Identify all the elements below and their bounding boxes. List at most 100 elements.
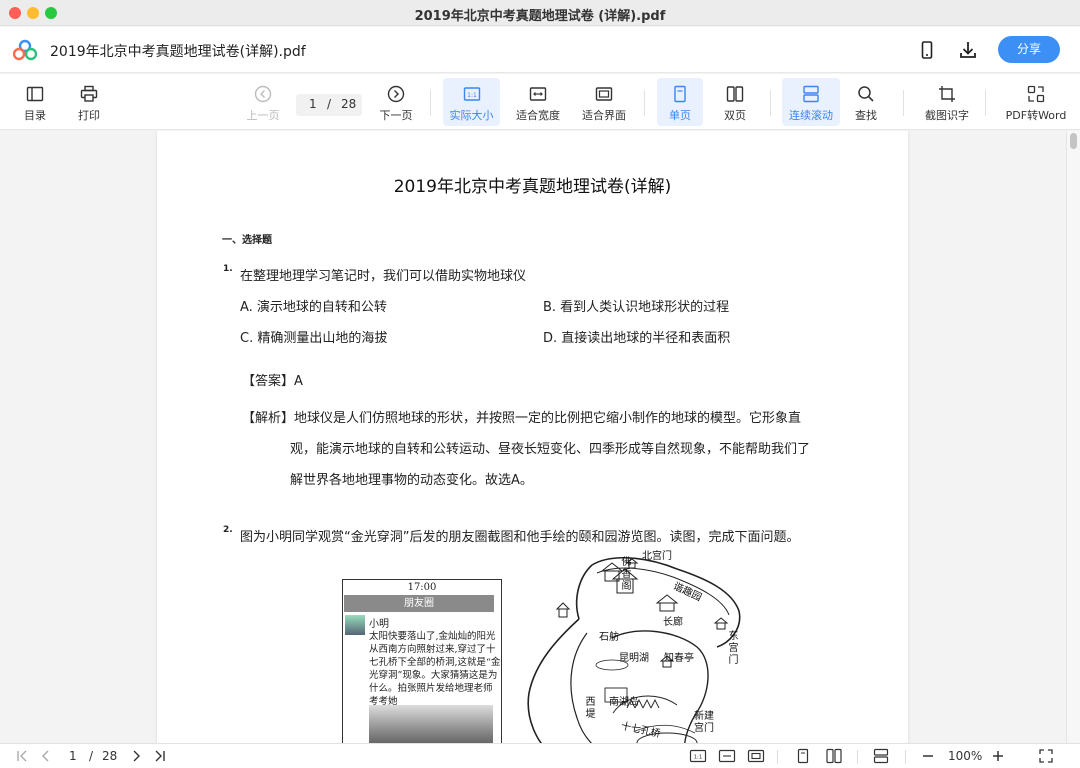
- convert-icon: [1027, 85, 1045, 103]
- chevron-right-circle-icon: [387, 85, 405, 103]
- map-label-changlang: 长廊: [663, 617, 683, 628]
- status-divider: [905, 750, 906, 764]
- scrollbar-thumb[interactable]: [1070, 133, 1077, 149]
- document-viewer[interactable]: 2019年北京中考真题地理试卷(详解) 一、选择题 1. 在整理地理学习笔记时，…: [0, 131, 1080, 743]
- last-page-icon[interactable]: [151, 748, 167, 764]
- actual-size-icon: 1:1: [463, 87, 480, 101]
- next-page-button[interactable]: 下一页: [373, 78, 419, 126]
- status-page-separator: /: [89, 749, 94, 763]
- map-label-north-gate: 北宫门: [642, 551, 672, 562]
- question-number: 2.: [223, 525, 233, 535]
- actual-size-button[interactable]: 1:1 实际大小: [443, 78, 500, 126]
- status-current-page[interactable]: 1: [69, 749, 77, 763]
- fullscreen-icon[interactable]: [1038, 748, 1054, 764]
- status-divider: [857, 750, 858, 764]
- analysis-label: 【解析】: [242, 411, 295, 426]
- moments-screenshot: 17:00 朋友圈 小明 太阳快要落山了,金灿灿的阳光从西南方向照射过来,穿过了…: [342, 579, 502, 743]
- single-page-button[interactable]: 单页: [657, 78, 703, 126]
- map-label-west-dike: 西堤: [585, 697, 596, 720]
- print-label: 打印: [78, 109, 100, 122]
- zoom-level[interactable]: 100%: [948, 749, 982, 763]
- status-total-pages: 28: [102, 749, 118, 763]
- title-bar: 2019年北京中考真题地理试卷 (详解).pdf: [0, 0, 1080, 26]
- double-page-icon[interactable]: [825, 748, 843, 764]
- page-number-input[interactable]: 1 / 28: [296, 94, 362, 116]
- map-drawing: [527, 556, 741, 743]
- chevron-left-icon[interactable]: [38, 748, 54, 764]
- ocr-label: 截图识字: [925, 109, 969, 122]
- question-number: 1.: [223, 264, 233, 274]
- fit-window-button[interactable]: 适合界面: [577, 78, 631, 126]
- map-label-nanhudao: 南湖岛: [609, 697, 639, 708]
- fit-width-button[interactable]: 适合宽度: [511, 78, 565, 126]
- pdf-to-word-button[interactable]: PDF转Word: [1000, 78, 1072, 126]
- analysis-line-2: 观，能演示地球的自转和公转运动、昼夜长短变化、四季形成等自然现象，不能帮助我们了: [290, 442, 811, 457]
- vertical-scrollbar[interactable]: [1066, 131, 1080, 743]
- ocr-button[interactable]: 截图识字: [918, 78, 976, 126]
- double-page-label: 双页: [724, 109, 746, 122]
- analysis-line-3: 解世界各地地理事物的动态变化。故选A。: [290, 473, 533, 488]
- moments-header: 朋友圈: [344, 595, 494, 612]
- fit-width-icon[interactable]: [718, 748, 736, 764]
- moments-message: 太阳快要落山了,金灿灿的阳光从西南方向照射过来,穿过了十七孔桥下全部的桥洞,这就…: [369, 631, 501, 707]
- svg-text:1:1: 1:1: [467, 92, 477, 99]
- chevron-right-icon[interactable]: [128, 748, 144, 764]
- share-button[interactable]: 分享: [998, 36, 1060, 63]
- continuous-scroll-label: 连续滚动: [789, 109, 833, 122]
- toolbar-divider: [430, 90, 431, 116]
- toolbar: 目录 打印 上一页 1 / 28 下一页 1:1 实际大小 适合宽度 适合界面 …: [0, 74, 1080, 130]
- phone-icon[interactable]: [917, 40, 937, 60]
- app-logo-icon: [13, 39, 37, 61]
- double-page-button[interactable]: 双页: [712, 78, 758, 126]
- map-label-new-gate: 新建宫门: [694, 711, 714, 734]
- actual-size-icon[interactable]: 1:1: [689, 748, 707, 764]
- document-heading: 2019年北京中考真题地理试卷(详解): [393, 177, 672, 197]
- search-icon: [858, 86, 874, 102]
- toolbar-divider: [985, 90, 986, 116]
- zoom-out-icon[interactable]: [920, 748, 936, 764]
- fit-window-icon[interactable]: [747, 748, 765, 764]
- fit-width-icon: [529, 87, 547, 101]
- option-c: C. 精确测量出山地的海拔: [240, 331, 388, 346]
- analysis-text: 地球仪是人们仿照地球的形状，并按照一定的比例把它缩小制作的地球的模型。它形象直: [294, 411, 802, 426]
- phone-time: 17:00: [407, 582, 437, 593]
- printer-icon: [80, 85, 98, 102]
- actual-size-label: 实际大小: [449, 109, 494, 122]
- fit-window-label: 适合界面: [582, 109, 626, 122]
- window-title: 2019年北京中考真题地理试卷 (详解).pdf: [414, 9, 666, 24]
- find-button[interactable]: 查找: [844, 78, 888, 126]
- map-label-shifang: 石舫: [599, 632, 619, 643]
- toolbar-divider: [644, 90, 645, 116]
- app-header: 2019年北京中考真题地理试卷(详解).pdf 分享: [0, 27, 1080, 73]
- first-page-icon[interactable]: [15, 748, 31, 764]
- print-button[interactable]: 打印: [68, 78, 110, 126]
- double-page-icon: [726, 86, 744, 102]
- section-heading: 一、选择题: [222, 235, 272, 246]
- prev-page-button[interactable]: 上一页: [240, 78, 286, 126]
- single-page-icon[interactable]: [795, 748, 811, 764]
- continuous-scroll-icon[interactable]: [872, 748, 890, 764]
- option-b: B. 看到人类认识地球形状的过程: [543, 300, 730, 315]
- current-page: 1: [309, 97, 317, 111]
- answer-value: A: [294, 374, 303, 389]
- app-window: 2019年北京中考真题地理试卷 (详解).pdf 2019年北京中考真题地理试卷…: [0, 0, 1080, 768]
- download-icon[interactable]: [958, 40, 978, 60]
- map-label-zhichunting: 知春亭: [664, 653, 694, 664]
- continuous-scroll-button[interactable]: 连续滚动: [782, 78, 840, 126]
- toolbar-divider: [770, 90, 771, 116]
- answer-label: 【答案】: [242, 374, 295, 389]
- zoom-in-icon[interactable]: [990, 748, 1006, 764]
- toc-button[interactable]: 目录: [14, 78, 56, 126]
- pdf-page: 2019年北京中考真题地理试卷(详解) 一、选择题 1. 在整理地理学习笔记时，…: [157, 131, 908, 743]
- fit-width-label: 适合宽度: [516, 109, 560, 122]
- prev-page-label: 上一页: [246, 109, 280, 122]
- next-page-label: 下一页: [379, 109, 413, 122]
- map-label-kunming-lake: 昆明湖: [619, 653, 649, 664]
- map-label-east-gate: 东宫门: [728, 631, 739, 666]
- question-text: 在整理地理学习笔记时，我们可以借助实物地球仪: [240, 269, 527, 284]
- answer-line: 【答案】A: [242, 370, 303, 389]
- option-d: D. 直接读出地球的半径和表面积: [543, 331, 731, 346]
- analysis-line-1: 【解析】地球仪是人们仿照地球的形状，并按照一定的比例把它缩小制作的地球的模型。它…: [242, 407, 801, 426]
- pdf-to-word-label: PDF转Word: [1005, 109, 1067, 122]
- page-separator: /: [327, 97, 332, 111]
